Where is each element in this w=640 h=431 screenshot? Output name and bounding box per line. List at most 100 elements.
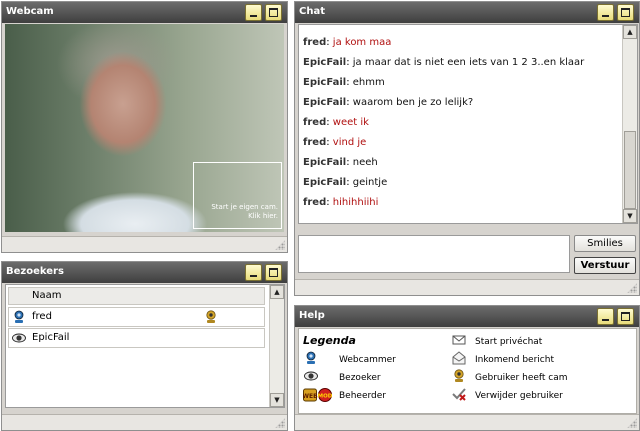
- chat-panel: Chat fred: sisteem herstel doenfred: ja …: [294, 1, 640, 296]
- cam-icon[interactable]: [204, 310, 218, 324]
- chat-message-nick[interactable]: fred: [303, 137, 326, 148]
- chat-message-text: weet ik: [332, 117, 369, 128]
- chat-message: EpicFail: ehmm: [299, 73, 637, 93]
- legend-admin: Beheerder: [339, 391, 386, 401]
- maximize-icon: [269, 268, 278, 277]
- resize-grip-icon[interactable]: [275, 418, 285, 428]
- remove-user-icon: [452, 387, 466, 401]
- open-envelope-icon: [452, 351, 466, 365]
- chat-message: fred: vind je: [299, 133, 637, 153]
- visitor-name: EpicFail: [32, 332, 70, 343]
- chat-message-nick[interactable]: EpicFail: [303, 77, 346, 88]
- envelope-icon: [452, 333, 466, 347]
- visitors-statusbar: [2, 414, 287, 430]
- visitor-row[interactable]: fred: [8, 307, 265, 327]
- send-button[interactable]: Verstuur: [574, 257, 636, 274]
- maximize-icon: [269, 8, 278, 17]
- column-header-name[interactable]: Naam: [8, 287, 265, 305]
- minimize-icon: [602, 15, 609, 17]
- chat-message-nick[interactable]: fred: [303, 197, 326, 208]
- scroll-down-button[interactable]: ▼: [623, 209, 637, 223]
- help-statusbar: [295, 414, 639, 430]
- webcammer-icon: [304, 351, 318, 365]
- chat-message-text: ehmm: [352, 77, 385, 88]
- legend-user-has-cam: Gebruiker heeft cam: [475, 373, 568, 383]
- chat-message: EpicFail: waarom ben je zo lelijk?: [299, 93, 637, 113]
- chat-titlebar: Chat: [295, 2, 639, 23]
- webcammer-icon: [12, 310, 26, 324]
- resize-grip-icon[interactable]: [275, 240, 285, 250]
- chat-scrollbar[interactable]: ▲ ▼: [622, 25, 637, 223]
- maximize-icon: [621, 312, 630, 321]
- chat-message-text: neeh: [352, 157, 378, 168]
- chat-log: fred: sisteem herstel doenfred: ja kom m…: [298, 24, 638, 224]
- own-cam-line1: Start je eigen cam.: [211, 203, 278, 211]
- chat-message-nick[interactable]: EpicFail: [303, 97, 346, 108]
- visitors-minimize-button[interactable]: [245, 264, 262, 281]
- admin-badge-icon: WEB MOD: [302, 388, 333, 402]
- chat-message-text: ja maar dat is niet een iets van 1 2 3..…: [352, 57, 585, 68]
- scroll-down-button[interactable]: ▼: [270, 393, 284, 407]
- chat-message-nick[interactable]: EpicFail: [303, 177, 346, 188]
- webcam-maximize-button[interactable]: [265, 4, 282, 21]
- legend-webcammer: Webcammer: [339, 355, 396, 365]
- svg-text:WEB: WEB: [303, 393, 318, 400]
- resize-grip-icon[interactable]: [627, 283, 637, 293]
- scroll-up-button[interactable]: ▲: [270, 285, 284, 299]
- help-maximize-button[interactable]: [617, 308, 634, 325]
- chat-message-nick[interactable]: fred: [303, 117, 326, 128]
- scroll-thumb[interactable]: [624, 131, 636, 209]
- chat-message: fred: sisteem herstel doen: [299, 25, 637, 33]
- maximize-icon: [621, 8, 630, 17]
- webcam-titlebar: Webcam: [2, 2, 287, 23]
- legend-private-chat: Start privéchat: [475, 337, 543, 347]
- chat-message-nick[interactable]: EpicFail: [303, 157, 346, 168]
- minimize-icon: [250, 275, 257, 277]
- chat-message-nick[interactable]: EpicFail: [303, 57, 346, 68]
- resize-grip-icon[interactable]: [627, 418, 637, 428]
- visitors-scrollbar[interactable]: ▲ ▼: [269, 285, 284, 407]
- visitor-row[interactable]: EpicFail: [8, 328, 265, 348]
- chat-title: Chat: [299, 6, 325, 17]
- cam-icon: [452, 369, 466, 383]
- chat-message-text: hihihhiihi: [332, 197, 379, 208]
- chat-message-text: vind je: [332, 137, 367, 148]
- smilies-button[interactable]: Smilies: [574, 235, 636, 252]
- chat-maximize-button[interactable]: [617, 4, 634, 21]
- chat-minimize-button[interactable]: [597, 4, 614, 21]
- chat-message-text: geintje: [352, 177, 388, 188]
- chat-message: EpicFail: neeh: [299, 153, 637, 173]
- visitor-eye-icon: [12, 331, 26, 345]
- minimize-icon: [250, 15, 257, 17]
- svg-text:MOD: MOD: [318, 394, 333, 400]
- visitors-maximize-button[interactable]: [265, 264, 282, 281]
- scroll-up-button[interactable]: ▲: [623, 25, 637, 39]
- chat-message: fred: ja kom maa: [299, 33, 637, 53]
- visitors-titlebar: Bezoekers: [2, 262, 287, 283]
- chat-statusbar: [295, 279, 639, 295]
- help-title: Help: [299, 310, 325, 321]
- help-titlebar: Help: [295, 306, 639, 327]
- visitors-list: Naam fred EpicFail ▲ ▼: [5, 284, 285, 408]
- chat-message-nick[interactable]: fred: [303, 25, 326, 28]
- chat-message: EpicFail: ja maar dat is niet een iets v…: [299, 53, 637, 73]
- chat-message-text: waarom ben je zo lelijk?: [352, 97, 474, 108]
- visitor-eye-icon: [304, 369, 318, 383]
- help-minimize-button[interactable]: [597, 308, 614, 325]
- help-panel: Help Legenda Webcammer Bezoeker WEB MOD B…: [294, 305, 640, 431]
- chat-messages: fred: sisteem herstel doenfred: ja kom m…: [299, 25, 637, 213]
- webcam-video: Start je eigen cam. Klik hier.: [5, 24, 284, 232]
- visitors-title: Bezoekers: [6, 266, 64, 277]
- webcam-panel: Webcam Start je eigen cam. Klik hier.: [1, 1, 288, 253]
- visitor-name: fred: [32, 311, 52, 322]
- legend-visitor: Bezoeker: [339, 373, 381, 383]
- start-own-cam-button[interactable]: Start je eigen cam. Klik hier.: [193, 162, 282, 229]
- legend-title: Legenda: [303, 334, 356, 347]
- webcam-minimize-button[interactable]: [245, 4, 262, 21]
- own-cam-line2: Klik hier.: [248, 212, 278, 220]
- chat-message-input[interactable]: [298, 235, 570, 273]
- chat-message: EpicFail: geintje: [299, 173, 637, 193]
- visitors-panel: Bezoekers Naam fred EpicFail ▲ ▼: [1, 261, 288, 431]
- chat-message-nick[interactable]: fred: [303, 37, 326, 48]
- legend-incoming-message: Inkomend bericht: [475, 355, 554, 365]
